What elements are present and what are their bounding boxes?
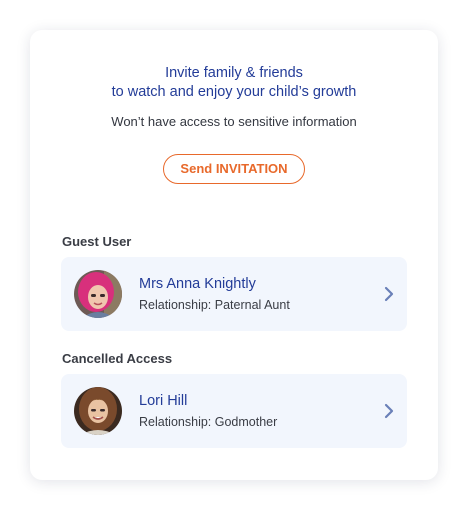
avatar-photo-woman-brown-hair	[74, 387, 122, 435]
invite-card: Invite family & friends to watch and enj…	[30, 30, 438, 480]
chevron-right-icon[interactable]	[383, 403, 395, 419]
guest-user-name: Mrs Anna Knightly	[139, 276, 256, 292]
send-invitation-button[interactable]: Send INVITATION	[163, 154, 305, 184]
guest-user-section-label: Guest User	[62, 234, 132, 249]
chevron-right-icon[interactable]	[383, 286, 395, 302]
invite-heading-line2: to watch and enjoy your child’s growth	[111, 84, 357, 100]
cancelled-user-name: Lori Hill	[139, 393, 188, 409]
cancelled-user-relationship: Relationship: Godmother	[139, 415, 278, 429]
invite-heading: Invite family & friends to watch and enj…	[30, 64, 438, 102]
guest-user-relationship: Relationship: Paternal Aunt	[139, 298, 290, 312]
avatar	[74, 387, 122, 435]
guest-user-row[interactable]: Mrs Anna Knightly Relationship: Paternal…	[61, 257, 407, 331]
invite-subtitle: Won’t have access to sensitive informati…	[111, 114, 357, 129]
avatar	[74, 270, 122, 318]
avatar-photo-woman-pink-hair	[74, 270, 122, 318]
cancelled-access-section-label: Cancelled Access	[62, 351, 173, 366]
invite-heading-line1: Invite family & friends	[165, 65, 303, 81]
cancelled-user-row[interactable]: Lori Hill Relationship: Godmother	[61, 374, 407, 448]
